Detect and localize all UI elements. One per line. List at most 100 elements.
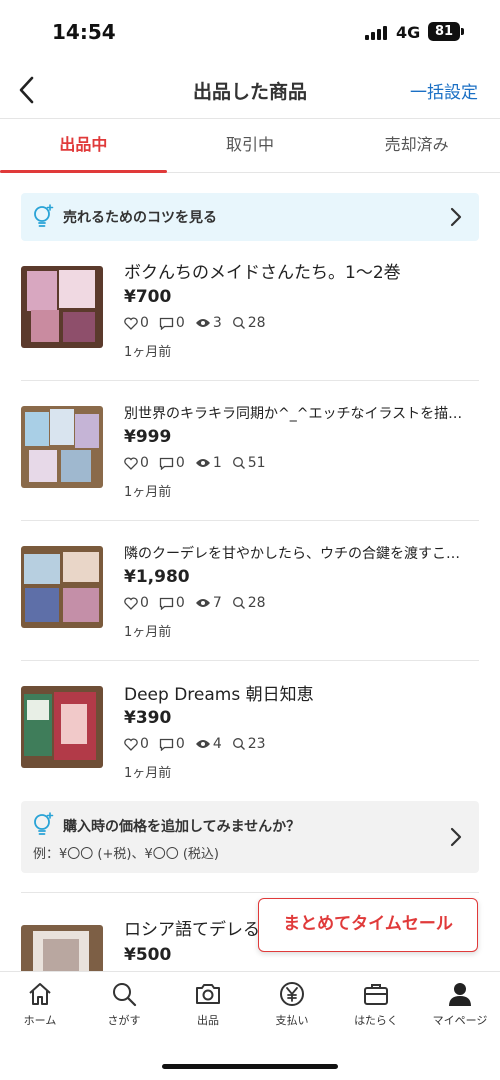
briefcase-icon <box>364 984 388 1005</box>
item-time: 1ヶ月前 <box>124 485 172 500</box>
bulk-setting-link[interactable]: 一括設定 <box>410 78 478 103</box>
tab-bar-top: 出品中 取引中 売却済み <box>0 118 500 173</box>
item-stats: 0 0 1 51 <box>124 455 276 471</box>
tab-sold[interactable]: 売却済み <box>333 119 500 172</box>
heart-icon <box>124 316 138 330</box>
comment-count: 0 <box>175 736 185 752</box>
home-icon <box>29 983 51 1005</box>
item-stats: 0 0 3 28 <box>124 315 276 331</box>
item-thumbnail <box>21 686 103 768</box>
view-count: 1 <box>212 455 222 471</box>
battery-icon: 81 <box>428 22 460 41</box>
item-title: 別世界のキラキラ同期か^_^エッチなイラストを描… <box>124 406 463 422</box>
signal-icon <box>365 26 387 40</box>
search-count: 23 <box>247 736 266 752</box>
like-count: 0 <box>140 455 149 471</box>
search-count-icon <box>232 597 245 609</box>
price-suggestion-banner[interactable]: 購入時の価格を追加してみませんか？ 例：¥〇〇 (+税)、¥〇〇 (税込) <box>21 801 479 873</box>
view-count: 4 <box>212 736 222 752</box>
tips-banner[interactable]: 売れるためのコツを見る <box>21 193 479 241</box>
eye-icon <box>195 319 210 327</box>
item-stats: 0 0 4 23 <box>124 736 276 752</box>
item-thumbnail <box>21 406 103 488</box>
comment-icon <box>159 457 174 470</box>
list-item[interactable]: ボクんちのメイドさんたち。1～2巻 ¥700 0 0 3 28 1ヶ月前 <box>0 241 500 381</box>
item-time: 1ヶ月前 <box>124 345 172 360</box>
like-count: 0 <box>140 315 149 331</box>
search-count-icon <box>232 457 245 469</box>
search-icon <box>113 983 137 1007</box>
item-title: ボクんちのメイドさんたち。1～2巻 <box>124 263 401 283</box>
eye-icon <box>195 459 210 467</box>
chevron-right-icon <box>450 827 462 847</box>
time-sale-button[interactable]: まとめてタイムセール <box>258 898 478 952</box>
search-count-icon <box>232 738 245 750</box>
item-price: ¥390 <box>124 708 172 728</box>
list-item[interactable]: Deep Dreams 朝日知恵 ¥390 0 0 4 23 1ヶ月前 <box>0 661 500 786</box>
eye-icon <box>195 599 210 607</box>
item-price: ¥500 <box>124 945 172 965</box>
back-icon[interactable] <box>12 72 42 108</box>
camera-icon <box>196 984 220 1004</box>
item-time: 1ヶ月前 <box>124 625 172 640</box>
tab-label: 支払い <box>275 1014 309 1027</box>
heart-icon <box>124 737 138 751</box>
tab-listing[interactable]: 出品中 <box>0 119 167 173</box>
tab-label: マイページ <box>432 1014 488 1027</box>
tab-sell[interactable]: 出品 <box>166 980 250 1028</box>
tab-search[interactable]: さがす <box>82 980 166 1028</box>
item-stats: 0 0 7 28 <box>124 595 276 611</box>
list-item[interactable]: 別世界のキラキラ同期か^_^エッチなイラストを描… ¥999 0 0 1 51 … <box>0 381 500 521</box>
comment-count: 0 <box>175 455 185 471</box>
person-icon <box>449 983 471 1006</box>
lightbulb-icon <box>34 812 54 835</box>
like-count: 0 <box>140 595 149 611</box>
tips-text: 売れるためのコツを見る <box>63 210 217 226</box>
tab-work[interactable]: はたらく <box>334 980 418 1028</box>
price-banner-title: 購入時の価格を追加してみませんか？ <box>63 819 301 835</box>
item-title: 隣のクーデレを甘やかしたら、ウチの合鍵を渡すこ… <box>124 546 460 562</box>
search-count-icon <box>232 317 245 329</box>
network-type: 4G <box>396 23 421 42</box>
comment-icon <box>159 597 174 610</box>
tab-payment[interactable]: 支払い <box>250 980 334 1028</box>
item-time: 1ヶ月前 <box>124 766 172 781</box>
item-price: ¥700 <box>124 287 172 307</box>
item-title: Deep Dreams 朝日知恵 <box>124 685 314 705</box>
eye-icon <box>195 740 210 748</box>
tab-label: 出品 <box>197 1014 219 1027</box>
tab-home[interactable]: ホーム <box>0 980 82 1028</box>
heart-icon <box>124 596 138 610</box>
heart-icon <box>124 456 138 470</box>
chevron-right-icon <box>450 207 462 227</box>
search-count: 28 <box>247 595 266 611</box>
like-count: 0 <box>140 736 149 752</box>
tab-label: ホーム <box>23 1014 57 1027</box>
lightbulb-icon <box>34 204 54 227</box>
item-price: ¥999 <box>124 427 172 447</box>
comment-count: 0 <box>175 595 185 611</box>
item-thumbnail <box>21 266 103 348</box>
home-indicator <box>162 1064 338 1069</box>
comment-icon <box>159 317 174 330</box>
nav-header: 出品した商品 一括設定 <box>0 62 500 118</box>
battery-tip <box>461 28 464 35</box>
tab-mypage[interactable]: マイページ <box>418 980 500 1028</box>
search-count: 28 <box>247 315 266 331</box>
item-thumbnail <box>21 546 103 628</box>
listing-list: ボクんちのメイドさんたち。1～2巻 ¥700 0 0 3 28 1ヶ月前 別世界… <box>0 241 500 971</box>
comment-icon <box>159 738 174 751</box>
tab-label: はたらく <box>354 1014 398 1027</box>
price-banner-subtitle: 例：¥〇〇 (+税)、¥〇〇 (税込) <box>33 847 219 862</box>
list-item[interactable]: 隣のクーデレを甘やかしたら、ウチの合鍵を渡すこ… ¥1,980 0 0 7 28… <box>0 521 500 661</box>
search-count: 51 <box>247 455 266 471</box>
status-time: 14:54 <box>52 20 116 44</box>
yen-icon <box>280 982 304 1006</box>
tab-label: さがす <box>107 1014 141 1027</box>
tab-trading[interactable]: 取引中 <box>167 119 334 172</box>
item-thumbnail <box>21 925 103 971</box>
view-count: 7 <box>212 595 222 611</box>
view-count: 3 <box>212 315 222 331</box>
item-price: ¥1,980 <box>124 567 190 587</box>
comment-count: 0 <box>175 315 185 331</box>
